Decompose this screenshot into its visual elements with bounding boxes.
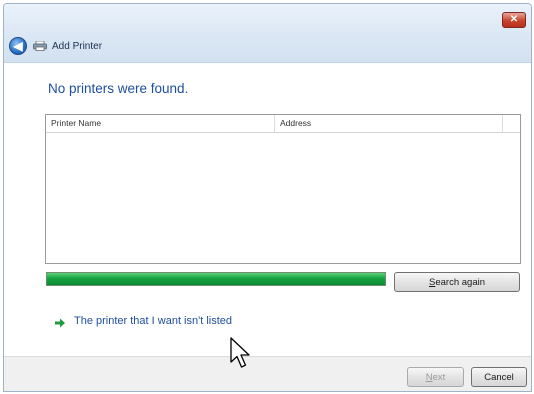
search-again-label: earch again xyxy=(435,277,485,288)
close-icon: ✕ xyxy=(509,14,519,25)
printer-icon xyxy=(33,41,47,51)
cancel-button[interactable]: Cancel xyxy=(471,367,527,387)
close-button[interactable]: ✕ xyxy=(502,12,526,28)
search-progress-bar xyxy=(46,272,386,286)
next-accel: N xyxy=(425,372,433,383)
back-button[interactable]: ◀ xyxy=(9,37,27,55)
next-label: ext xyxy=(432,372,446,383)
next-button[interactable]: Next xyxy=(407,367,464,387)
column-header-address[interactable]: Address xyxy=(275,115,503,132)
printer-list[interactable]: Printer Name Address xyxy=(45,114,521,264)
add-printer-window: ✕ ◀ Add Printer No printers were found. … xyxy=(3,3,532,392)
back-arrow-icon: ◀ xyxy=(13,39,23,53)
title-bar: ✕ ◀ Add Printer xyxy=(4,4,531,63)
printer-not-listed-label[interactable]: The printer that I want isn't listed xyxy=(74,315,232,327)
mouse-cursor-icon xyxy=(230,337,250,368)
green-arrow-icon xyxy=(55,318,65,328)
page-heading: No printers were found. xyxy=(48,81,189,96)
window-title: Add Printer xyxy=(52,41,103,52)
column-header-printer-name[interactable]: Printer Name xyxy=(46,115,275,132)
search-again-button[interactable]: Search again xyxy=(394,272,520,292)
list-header: Printer Name Address xyxy=(46,115,520,133)
progress-fill xyxy=(47,273,385,285)
